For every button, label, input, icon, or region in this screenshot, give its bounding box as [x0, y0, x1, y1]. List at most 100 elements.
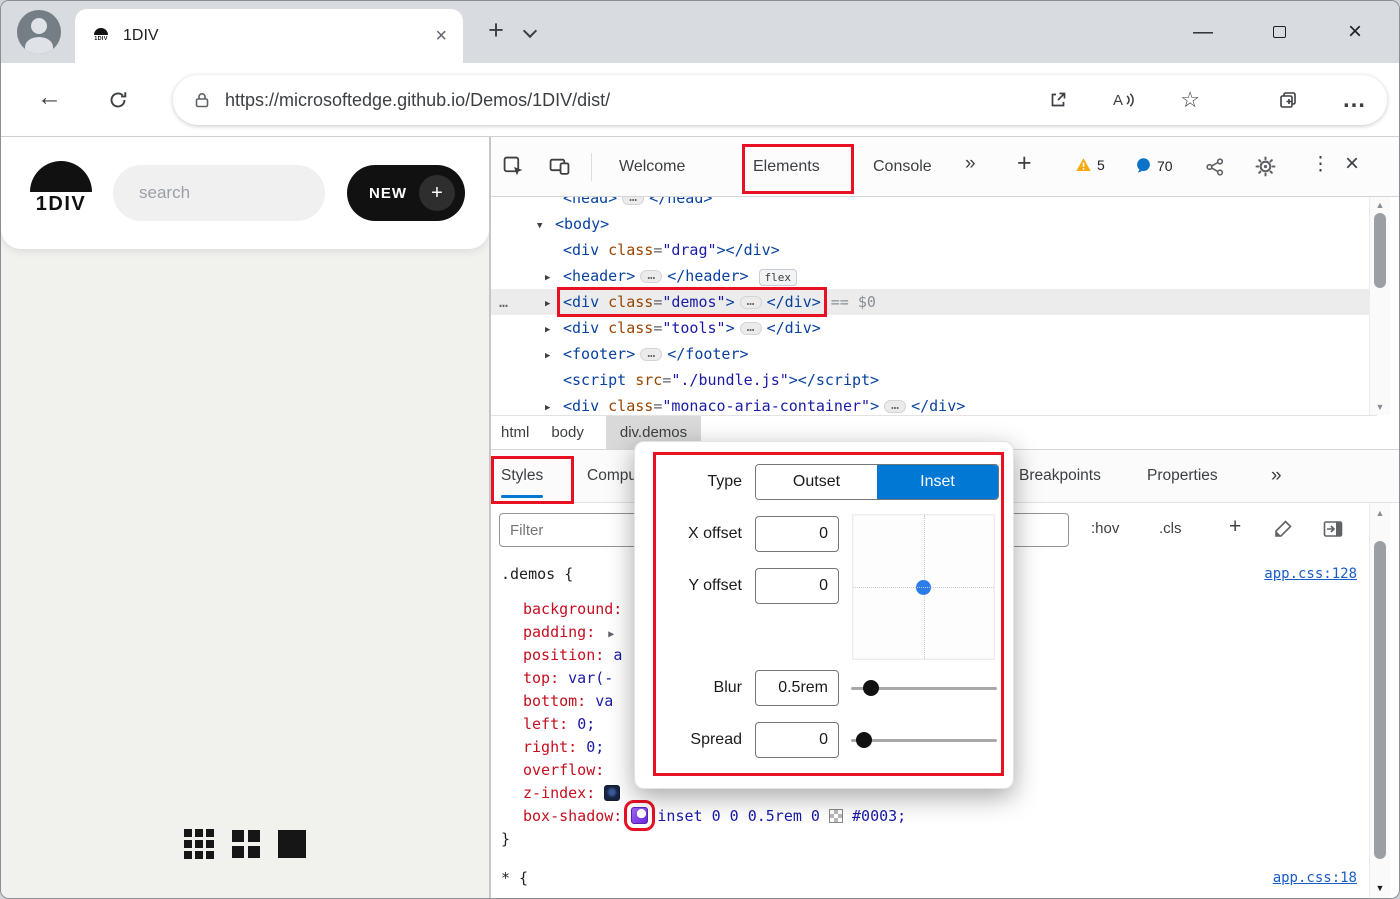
dom-tree-row[interactable]: ▶ <footer> … </footer>	[491, 341, 1369, 367]
maximize-button[interactable]	[1241, 21, 1317, 44]
slider-knob[interactable]	[856, 732, 873, 748]
inset-button[interactable]: Inset	[877, 465, 998, 499]
scrollbar-thumb[interactable]	[1374, 541, 1386, 859]
url-bar[interactable]: https://microsoftedge.github.io/Demos/1D…	[173, 75, 1387, 125]
search-input[interactable]	[113, 165, 325, 221]
devtools-menu-kebab-icon[interactable]: ⋮	[1311, 153, 1330, 176]
slider-knob[interactable]	[863, 680, 880, 696]
settings-more-icon[interactable]: …	[1342, 88, 1367, 112]
collapsed-content-icon[interactable]: …	[739, 295, 762, 309]
outset-button[interactable]: Outset	[756, 465, 877, 499]
x-offset-input[interactable]	[755, 516, 839, 552]
spread-slider[interactable]	[851, 722, 997, 758]
connected-nodes-button[interactable]	[1205, 157, 1225, 182]
tab-close-icon[interactable]: ×	[435, 25, 447, 48]
stylesheet-link[interactable]: app.css:18	[1273, 867, 1357, 890]
tab-properties[interactable]: Properties	[1147, 450, 1218, 502]
share-icon[interactable]	[1048, 90, 1068, 110]
expand-arrow-icon[interactable]: ▶	[545, 343, 563, 369]
device-toolbar-button[interactable]	[549, 156, 570, 182]
collapsed-content-icon[interactable]: …	[739, 321, 762, 335]
warnings-counter[interactable]: 5	[1075, 157, 1105, 173]
dom-tree-row[interactable]: ▼ <body>	[491, 211, 1369, 237]
offset-position-pad[interactable]	[852, 514, 995, 660]
value-badge-icon[interactable]	[604, 785, 621, 801]
shadow-editor-icon[interactable]	[624, 800, 656, 831]
collections-icon[interactable]	[1278, 90, 1298, 110]
toggle-hover-state[interactable]: :hov	[1091, 520, 1119, 537]
blur-slider[interactable]	[851, 670, 997, 706]
read-aloud-icon[interactable]: A	[1112, 90, 1136, 110]
profile-avatar[interactable]	[17, 10, 61, 54]
new-tab-button[interactable]: +	[481, 15, 511, 46]
collapsed-content-icon[interactable]: …	[640, 347, 663, 361]
inspect-element-button[interactable]	[503, 156, 524, 182]
issues-counter[interactable]: 70	[1135, 157, 1173, 174]
expand-arrow-icon[interactable]: ▶	[545, 265, 563, 291]
grid-2x2-icon[interactable]	[232, 830, 260, 858]
back-button[interactable]: ←	[37, 83, 62, 112]
y-offset-input[interactable]	[755, 568, 839, 604]
styles-scrollbar[interactable]: ▲ ▼	[1369, 503, 1390, 898]
breadcrumb-html[interactable]: html	[501, 416, 529, 449]
dom-scrollbar[interactable]: ▲ ▼	[1369, 197, 1390, 415]
blur-input[interactable]	[755, 670, 839, 706]
window-close-button[interactable]: ×	[1317, 18, 1393, 46]
collapsed-content-icon[interactable]: …	[884, 399, 907, 413]
offset-position-dot[interactable]	[916, 579, 931, 595]
expand-arrow-icon[interactable]: ▶	[545, 395, 563, 415]
expand-arrow-icon[interactable]: ▶	[545, 317, 563, 343]
app-logo[interactable]: 1DIV	[27, 161, 95, 216]
color-swatch-icon[interactable]	[829, 809, 843, 823]
scroll-down-icon[interactable]: ▼	[1370, 883, 1390, 893]
grid-3x3-icon[interactable]	[184, 829, 214, 859]
breadcrumb-body[interactable]: body	[551, 416, 584, 449]
flex-badge[interactable]: flex	[758, 269, 798, 286]
browser-tab[interactable]: 1DIV 1DIV ×	[75, 9, 463, 63]
toggle-element-classes[interactable]: .cls	[1159, 520, 1182, 537]
expand-arrow-icon[interactable]: ▼	[537, 213, 555, 239]
dom-tree-row[interactable]: ▶ <div class="monaco-aria-container"> … </d…	[491, 393, 1369, 415]
add-panel-button[interactable]: +	[1017, 149, 1032, 178]
tab-list-chevron-icon[interactable]	[522, 23, 538, 39]
scrollbar-thumb[interactable]	[1374, 213, 1386, 288]
stylesheet-link[interactable]: app.css:128	[1264, 563, 1357, 586]
expand-arrow-icon[interactable]: ▶	[545, 291, 563, 317]
more-tabs-chevron[interactable]: »	[965, 153, 976, 175]
tab-elements[interactable]: Elements	[743, 137, 830, 197]
scroll-up-icon[interactable]: ▲	[1370, 200, 1390, 210]
scroll-up-icon[interactable]: ▲	[1370, 508, 1390, 518]
scroll-down-icon[interactable]: ▼	[1370, 402, 1390, 412]
open-sidebar-button[interactable]	[1323, 519, 1343, 544]
collapsed-content-icon[interactable]: …	[640, 269, 663, 283]
dom-tree-row[interactable]: <script src="./bundle.js"></script>	[491, 367, 1369, 393]
refresh-button[interactable]	[107, 89, 129, 118]
new-button[interactable]: NEW +	[347, 165, 465, 221]
new-style-rule-button[interactable]: +	[1229, 515, 1241, 539]
collapsed-content-icon[interactable]: …	[622, 197, 645, 205]
css-rule-header: * {app.css:18	[491, 867, 1369, 890]
expand-shorthand-icon[interactable]: ▶	[608, 629, 614, 640]
tab-styles[interactable]: Styles	[501, 450, 544, 502]
sidebar-more-tabs-chevron[interactable]: »	[1271, 465, 1282, 487]
dom-tree-row[interactable]: … ▶ <div class="demos"> … </div> == $0	[491, 287, 1369, 317]
minimize-button[interactable]: —	[1165, 21, 1241, 44]
brush-button[interactable]	[1273, 519, 1293, 544]
favorite-star-icon[interactable]: ☆	[1180, 89, 1200, 111]
settings-button[interactable]	[1255, 156, 1276, 182]
devtools-close-button[interactable]: ×	[1345, 150, 1359, 178]
dom-tree-row[interactable]: <div class="drag"></div>	[491, 237, 1369, 263]
node-more-icon[interactable]: …	[499, 289, 508, 315]
spread-input[interactable]	[755, 722, 839, 758]
tab-console[interactable]: Console	[863, 137, 942, 197]
css-declaration[interactable]: box-shadow: inset 0 0 0.5rem 0 #0003;	[491, 800, 1369, 831]
tab-breakpoints[interactable]: Breakpoints	[1019, 450, 1101, 502]
single-square-icon[interactable]	[278, 830, 306, 858]
dom-tree-row[interactable]: <head> … </head>	[491, 197, 1369, 211]
dom-tree-row[interactable]: ▶ <div class="tools"> … </div>	[491, 315, 1369, 341]
code-token: >	[725, 319, 735, 337]
url-text[interactable]: https://microsoftedge.github.io/Demos/1D…	[225, 90, 1048, 111]
dom-tree-row[interactable]: ▶ <header> … </header> flex	[491, 263, 1369, 289]
connected-nodes-icon	[1206, 158, 1224, 176]
tab-welcome[interactable]: Welcome	[609, 137, 695, 197]
